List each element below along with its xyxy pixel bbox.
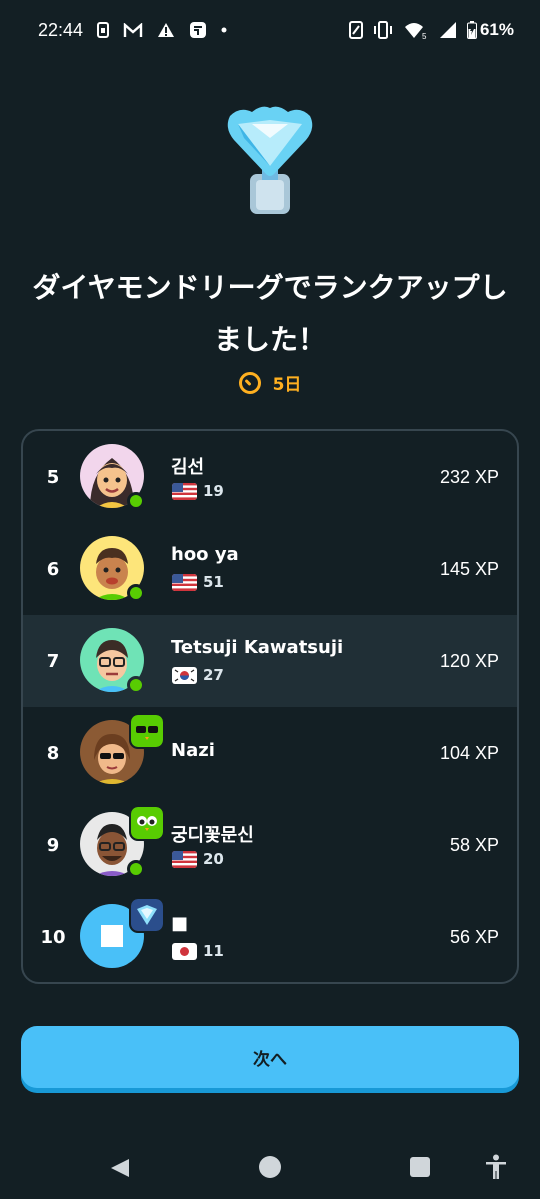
user-name: 궁디꽃문신: [171, 825, 254, 846]
next-button[interactable]: 次へ: [21, 1026, 519, 1088]
duo-owl-sunglasses-icon: [129, 713, 165, 749]
promotion-title-line2: ました！: [213, 323, 326, 356]
streak-count: 20: [203, 850, 224, 868]
diamond-trophy-icon: [227, 106, 313, 214]
xp-value: 120 XP: [439, 650, 499, 671]
back-icon[interactable]: [108, 1156, 132, 1180]
user-meta: 27: [172, 666, 224, 684]
rank-number: 7: [46, 650, 60, 672]
status-bar: 22:44 5 61%: [0, 0, 540, 60]
gmail-icon: [123, 22, 143, 37]
promotion-title-line1: ダイヤモンドリーグでランクアップし: [32, 271, 508, 304]
days-remaining: 5日: [0, 370, 540, 395]
user-name: Tetsuji Kawatsuji: [171, 637, 344, 658]
streak-count: 11: [203, 942, 224, 960]
rank-number: 10: [40, 926, 66, 948]
user-name: hoo ya: [171, 544, 239, 565]
streak-count: 19: [203, 482, 224, 500]
vibrate-icon: [373, 21, 392, 39]
battery-percent: 61%: [479, 20, 514, 39]
home-icon[interactable]: [259, 1156, 281, 1178]
us-flag-icon: [172, 482, 197, 500]
kr-flag-icon: [172, 666, 197, 684]
xp-value: 232 XP: [439, 466, 499, 487]
streak-count: 51: [203, 573, 224, 591]
online-indicator: [127, 676, 145, 694]
user-meta: 11: [172, 942, 224, 960]
streak-count: 27: [203, 666, 224, 684]
rank-number: 8: [46, 742, 60, 764]
leaderboard-row-current-user[interactable]: 7 Tetsuji Kawatsuji 27 120 XP: [23, 615, 517, 707]
user-name: 김선: [171, 457, 205, 478]
status-time: 22:44: [38, 19, 84, 40]
leaderboard-row[interactable]: 8 Nazi 104 XP: [23, 707, 517, 799]
jp-flag-icon: [172, 942, 197, 960]
battery-icon: [466, 21, 477, 39]
xp-value: 56 XP: [449, 926, 499, 947]
rank-number: 9: [46, 834, 60, 856]
online-indicator: [127, 584, 145, 602]
user-meta: 19: [172, 482, 224, 500]
leaderboard-row[interactable]: 10 ■ 11 56 XP: [23, 891, 517, 982]
warning-icon: [158, 23, 175, 37]
leaderboard: 5 김선 19 232 XP 6 hoo ya 51 145 XP 7 Tets…: [21, 429, 519, 984]
online-indicator: [127, 492, 145, 510]
app-icon: [190, 22, 207, 38]
sim-icon: [97, 22, 110, 38]
leaderboard-row[interactable]: 6 hoo ya 51 145 XP: [23, 523, 517, 615]
online-indicator: [127, 860, 145, 878]
svg-text:5: 5: [422, 32, 427, 39]
user-name: ■: [171, 913, 189, 934]
dot-icon: [221, 27, 227, 33]
recent-apps-icon[interactable]: [410, 1157, 430, 1177]
xp-value: 104 XP: [439, 742, 499, 763]
leaderboard-row[interactable]: 5 김선 19 232 XP: [23, 431, 517, 523]
wifi-icon: 5: [404, 23, 427, 39]
leaderboard-row[interactable]: 9 궁디꽃문신 20 58 XP: [23, 799, 517, 891]
signal-icon: [439, 22, 456, 38]
accessibility-icon[interactable]: [484, 1154, 508, 1180]
rank-number: 5: [46, 466, 60, 488]
battery-indicator: 61%: [466, 20, 514, 40]
system-nav-bar: [0, 1140, 540, 1199]
us-flag-icon: [172, 850, 197, 868]
promotion-title: ダイヤモンドリーグでランクアップし ました！: [20, 262, 520, 366]
user-meta: 51: [172, 573, 224, 591]
timer-icon: [238, 371, 261, 394]
xp-value: 145 XP: [439, 558, 499, 579]
duo-owl-icon: [129, 805, 165, 841]
nfc-icon: [348, 21, 363, 39]
us-flag-icon: [172, 573, 197, 591]
xp-value: 58 XP: [449, 834, 499, 855]
user-name: Nazi: [171, 740, 215, 761]
days-remaining-label: 5日: [272, 375, 302, 395]
user-meta: 20: [172, 850, 224, 868]
rank-number: 6: [46, 558, 60, 580]
diamond-league-badge-icon: [129, 897, 165, 933]
